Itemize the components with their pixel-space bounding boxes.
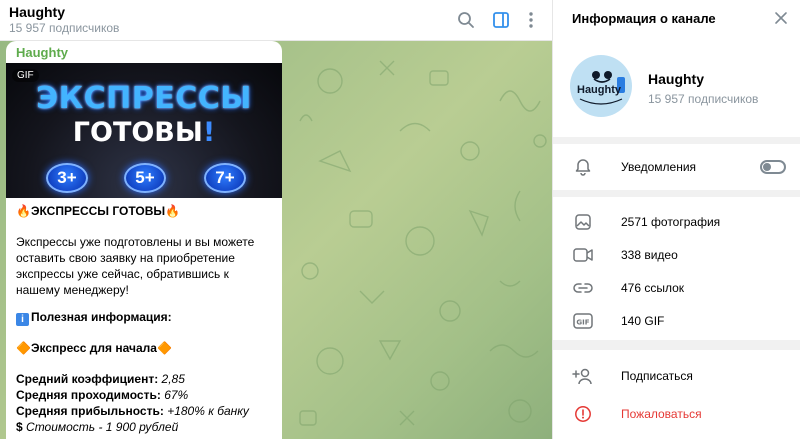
banner-title: ЭКСПРЕССЫ (36, 81, 252, 116)
stat-label: Средняя прибыльность: (16, 404, 164, 418)
notifications-row[interactable]: Уведомления (553, 144, 800, 190)
channel-info-panel: Информация о канале Haughty Haughty 15 9… (552, 0, 800, 439)
post-heading: 🔥ЭКСПРЕССЫ ГОТОВЫ🔥 (16, 203, 276, 219)
channel-subscribers: 15 957 подписчиков (648, 92, 759, 106)
info-icon: i (16, 313, 29, 326)
channel-avatar[interactable]: Haughty (570, 55, 632, 117)
fire-icon: 🔥 (165, 204, 181, 218)
subscribe-button[interactable]: Подписаться (553, 361, 800, 391)
post-stat-row: Средний коэффициент: 2,85 (16, 371, 276, 387)
chat-subscribers: 15 957 подписчиков (9, 21, 120, 35)
report-label: Пожаловаться (621, 407, 702, 421)
banner-subtitle-text: ГОТОВЫ (72, 117, 203, 148)
post-author[interactable]: Haughty (16, 45, 68, 60)
chat-title[interactable]: Haughty (9, 4, 65, 20)
diamond-icon: 🔶 (16, 341, 31, 355)
link-icon (572, 277, 594, 299)
post-express-title-text: Экспресс для начала (30, 341, 157, 355)
more-vertical-icon[interactable] (520, 9, 542, 31)
media-row-gifs[interactable]: GIF 140 GIF (553, 306, 800, 336)
media-row-photos[interactable]: 2571 фотография (553, 207, 800, 237)
channel-name: Haughty (648, 71, 704, 87)
post-price: $ Стоимость - 1 900 рублей (16, 419, 276, 435)
media-row-links[interactable]: 476 ссылок (553, 273, 800, 303)
close-icon[interactable] (773, 10, 789, 26)
notifications-label: Уведомления (621, 160, 697, 174)
svg-text:GIF: GIF (576, 319, 589, 327)
stat-value: 2,85 (161, 372, 185, 386)
banner-subtitle-exclamation: ! (202, 117, 216, 148)
channel-profile: Haughty Haughty 15 957 подписчиков (553, 37, 800, 137)
search-icon[interactable] (455, 9, 477, 31)
post-gif-media[interactable]: GIF ЭКСПРЕССЫ ГОТОВЫ! 3+ 5+ 7+ (6, 63, 282, 198)
post-info-title-text: Полезная информация: (31, 310, 172, 324)
stat-label: Средняя проходимость: (16, 388, 161, 402)
post-info-title: i Полезная информация: (16, 309, 276, 326)
channel-post[interactable]: Haughty GIF ЭКСПРЕССЫ ГОТОВЫ! 3+ 5+ 7+ 🔥… (6, 41, 282, 439)
report-button[interactable]: Пожаловаться (553, 399, 800, 429)
add-user-icon (572, 365, 594, 387)
channel-actions: Подписаться Пожаловаться (553, 350, 800, 439)
notifications-toggle[interactable] (760, 160, 786, 174)
avatar-logo-text: Haughty (577, 84, 621, 96)
sidebar-toggle-icon[interactable] (490, 9, 512, 31)
subscribe-label: Подписаться (621, 369, 693, 383)
dollar-icon: $ (16, 420, 23, 434)
diamond-icon: 🔶 (156, 341, 172, 355)
banner-badge-7: 7+ (204, 163, 246, 193)
toggle-knob (763, 163, 771, 171)
gif-icon: GIF (572, 310, 594, 332)
media-row-videos[interactable]: 338 видео (553, 240, 800, 270)
post-stat-row: Средняя прибыльность: +180% к банку (16, 403, 276, 419)
post-stat-row: Средняя проходимость: 67% (16, 387, 276, 403)
info-panel-header: Информация о канале (553, 0, 800, 37)
media-links-label: 476 ссылок (621, 281, 685, 295)
photo-icon (572, 211, 594, 233)
post-price-text: Стоимость - 1 900 рублей (26, 420, 179, 434)
chat-header[interactable]: Haughty 15 957 подписчиков (0, 0, 552, 41)
fire-icon: 🔥 (16, 204, 31, 218)
media-videos-label: 338 видео (621, 248, 678, 262)
banner-subtitle: ГОТОВЫ! (6, 117, 282, 148)
media-stats: 2571 фотография 338 видео 476 ссылок GIF… (553, 197, 800, 340)
stat-value: +180% к банку (167, 404, 249, 418)
post-express-title: 🔶Экспресс для начала🔶 (16, 340, 276, 356)
post-heading-text: ЭКСПРЕССЫ ГОТОВЫ (30, 204, 166, 218)
banner-badge-5: 5+ (124, 163, 166, 193)
banner-badge-3: 3+ (46, 163, 88, 193)
bell-icon (572, 156, 594, 178)
post-body: Экспрессы уже подготовлены и вы можете о… (16, 235, 255, 297)
chat-background: Haughty GIF ЭКСПРЕССЫ ГОТОВЫ! 3+ 5+ 7+ 🔥… (0, 41, 552, 439)
media-gifs-label: 140 GIF (621, 314, 665, 328)
video-icon (572, 244, 594, 266)
report-icon (572, 403, 594, 425)
stat-value: 67% (164, 388, 189, 402)
media-photos-label: 2571 фотография (621, 215, 721, 229)
stat-label: Средний коэффициент: (16, 372, 159, 386)
info-panel-title: Информация о канале (572, 11, 716, 26)
